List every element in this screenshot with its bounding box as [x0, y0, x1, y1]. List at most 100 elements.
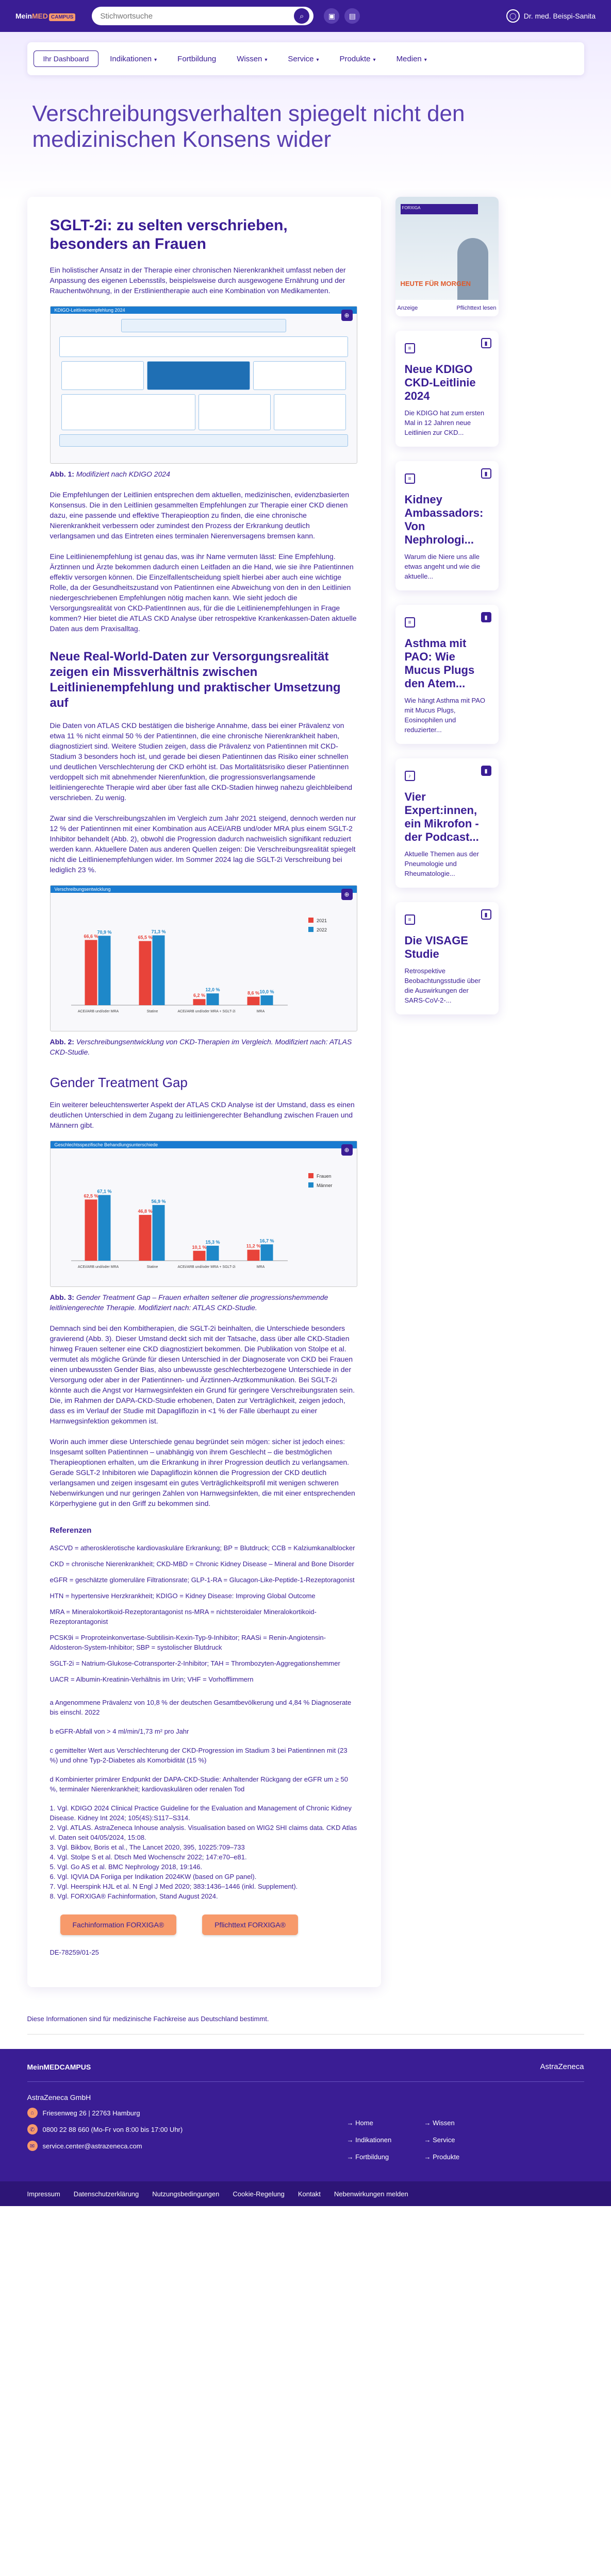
data-label: 10,0 % — [259, 989, 274, 994]
phone-icon: ✆ — [27, 2124, 38, 2134]
bar — [139, 1215, 151, 1261]
data-label: 8,6 % — [247, 991, 259, 996]
related-card[interactable]: ▮ ≡ Die VISAGE Studie Retrospektive Beob… — [395, 902, 499, 1014]
email[interactable]: service.center@astrazeneca.com — [43, 2142, 142, 2150]
footer-link[interactable]: Indikationen — [347, 2136, 424, 2144]
search-icon[interactable]: ⌕ — [294, 8, 310, 24]
diagram-box — [61, 394, 195, 430]
footnote: d Kombinierter primärer Endpunkt der DAP… — [49, 1775, 348, 1793]
reference-item: 4. Vgl. Stolpe S et al. Dtsch Med Wochen… — [49, 1853, 247, 1861]
notes-icon[interactable]: ▤ — [344, 8, 360, 24]
figure-header: Geschlechtsspezifische Behandlungsunters… — [50, 1141, 357, 1148]
figure-header: KDIGO-Leitlinienempfehlung 2024 — [50, 307, 357, 314]
footnote: a Angenommene Prävalenz von 10,8 % der d… — [49, 1699, 352, 1716]
footer-link[interactable]: Service — [424, 2136, 502, 2144]
related-card[interactable]: ▮ ≡ Neue KDIGO CKD-Leitlinie 2024 Die KD… — [395, 331, 499, 447]
pflichttext-button[interactable]: Pflichttext FORXIGA® — [202, 1914, 298, 1935]
nav-indikationen[interactable]: Indikationen ▾ — [101, 52, 166, 66]
footer-logo[interactable]: MeinMEDCAMPUS — [27, 2063, 91, 2071]
legal-link[interactable]: Nebenwirkungen melden — [334, 2190, 408, 2198]
related-card[interactable]: ▮ ≡ Asthma mit PAO: Wie Mucus Plugs den … — [395, 605, 499, 744]
diagram-box — [121, 319, 286, 332]
site-logo[interactable]: MeinMED CAMPUS — [15, 12, 76, 21]
data-label: 62,5 % — [84, 1193, 98, 1198]
document-id: DE-78259/01-25 — [49, 1948, 99, 1956]
search-input[interactable] — [100, 11, 294, 21]
abbreviation: ASCVD = atherosklerotische kardiovaskulä… — [49, 1544, 355, 1552]
podcast-icon: ♪ — [404, 771, 415, 781]
bookmark-icon[interactable]: ▮ — [481, 468, 491, 479]
document-icon: ≡ — [404, 473, 415, 484]
footer-link[interactable]: Produkte — [424, 2153, 502, 2161]
fachinformation-button[interactable]: Fachinformation FORXIGA® — [60, 1914, 177, 1935]
reference-item: 1. Vgl. KDIGO 2024 Clinical Practice Gui… — [49, 1804, 352, 1822]
nav-produkte[interactable]: Produkte ▾ — [330, 52, 385, 66]
zoom-icon[interactable]: ⊕ — [341, 889, 353, 900]
ad-card[interactable]: FORXIGA HEUTE FÜR MORGEN Anzeige Pflicht… — [395, 197, 499, 316]
card-text: Wie hängt Asthma mit PAO mit Mucus Plugs… — [404, 697, 486, 734]
nav-dashboard[interactable]: Ihr Dashboard — [33, 50, 99, 67]
legal-link[interactable]: Datenschutzerklärung — [74, 2190, 139, 2198]
footer-link[interactable]: Home — [347, 2119, 424, 2127]
diagram-box — [253, 361, 346, 390]
related-card[interactable]: ▮ ♪ Vier Expert:innen, ein Mikrofon - de… — [395, 758, 499, 888]
nav-medien[interactable]: Medien ▾ — [387, 52, 436, 66]
bar — [247, 1249, 259, 1261]
legend-label: 2022 — [317, 927, 327, 933]
bookmark-icon[interactable]: ▮ — [481, 909, 491, 920]
footer-link[interactable]: Fortbildung — [347, 2153, 424, 2161]
bar — [152, 935, 164, 1005]
bar — [152, 1205, 164, 1261]
category-label: Statine — [146, 1010, 158, 1013]
page-title: Verschreibungsverhalten spiegelt nicht d… — [32, 101, 465, 152]
paragraph: Zwar sind die Verschreibungszahlen im Ve… — [49, 814, 356, 874]
nav-wissen[interactable]: Wissen ▾ — [227, 52, 276, 66]
zoom-icon[interactable]: ⊕ — [341, 1144, 353, 1156]
data-label: 10,1 % — [192, 1245, 206, 1250]
card-title: Kidney Ambassadors: Von Nephrologi... — [404, 493, 484, 546]
phone[interactable]: 0800 22 88 660 (Mo-Fr von 8:00 bis 17:00… — [43, 2126, 183, 2133]
footer-links: Home Wissen Indikationen Service Fortbil… — [347, 2119, 502, 2161]
footer-link[interactable]: Wissen — [424, 2119, 502, 2127]
legal-link[interactable]: Kontakt — [298, 2190, 321, 2198]
legend-label: 2021 — [317, 918, 327, 923]
related-card[interactable]: ▮ ≡ Kidney Ambassadors: Von Nephrologi..… — [395, 461, 499, 590]
diagram-box — [61, 361, 144, 390]
card-text: Aktuelle Themen aus der Pneumologie und … — [404, 850, 479, 877]
zoom-icon[interactable]: ⊕ — [341, 310, 353, 321]
user-menu[interactable]: ◯ Dr. med. Beispi-Sanita — [506, 9, 596, 23]
data-label: 71,3 % — [151, 929, 166, 935]
data-label: 66,6 % — [84, 934, 98, 939]
abbreviation: SGLT-2i = Natrium-Glukose-Cotransporter-… — [49, 1659, 340, 1667]
bookmark-icon[interactable]: ▣ — [324, 8, 340, 24]
category-label: MRA — [256, 1265, 265, 1269]
bar-chart-gender: 62,5 %67,1 % ACEi/ARB und/oder MRA 46,8 % 5… — [71, 1173, 332, 1269]
bar — [98, 936, 110, 1005]
paragraph: Ein weiterer beleuchtenswerter Aspekt de… — [49, 1100, 355, 1129]
paragraph: Die Daten von ATLAS CKD bestätigen die b… — [49, 721, 353, 802]
legal-link[interactable]: Nutzungsbedingungen — [152, 2190, 219, 2198]
bar — [193, 999, 205, 1005]
chevron-down-icon: ▾ — [265, 57, 268, 63]
document-icon: ≡ — [404, 343, 415, 353]
kdigo-diagram — [51, 314, 357, 463]
ad-pflichttext-link[interactable]: Pflichttext lesen — [456, 305, 496, 311]
data-label: 56,9 % — [151, 1199, 166, 1204]
category-label: ACEi/ARB und/oder MRA — [77, 1265, 119, 1269]
bookmark-icon[interactable]: ▮ — [481, 338, 491, 348]
bookmark-icon[interactable]: ▮ — [481, 766, 491, 776]
chevron-down-icon: ▾ — [316, 57, 319, 63]
nav-fortbildung[interactable]: Fortbildung — [168, 52, 225, 66]
bar — [247, 996, 259, 1005]
abbreviation: MRA = Mineralokortikoid-Rezeptorantagoni… — [49, 1608, 317, 1625]
nav-service[interactable]: Service ▾ — [278, 52, 328, 66]
paragraph: Eine Leitlinienempfehlung ist genau das,… — [49, 552, 357, 633]
legal-links: Impressum Datenschutzerklärung Nutzungsb… — [27, 2190, 584, 2198]
legal-link[interactable]: Cookie-Regelung — [233, 2190, 284, 2198]
category-label: Statine — [146, 1265, 158, 1269]
legal-link[interactable]: Impressum — [27, 2190, 60, 2198]
ad-tagline: HEUTE FÜR MORGEN — [400, 280, 471, 287]
ad-headline: FORXIGA — [400, 204, 478, 214]
bookmark-icon[interactable]: ▮ — [481, 612, 491, 622]
figure-caption: Abb. 2: Verschreibungsentwicklung von CK… — [49, 1038, 352, 1056]
